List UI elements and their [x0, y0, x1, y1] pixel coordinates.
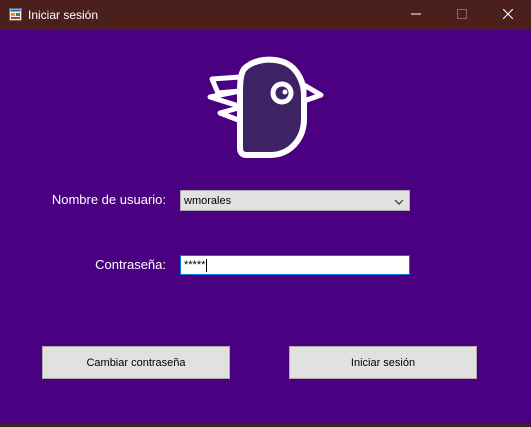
login-button[interactable]: Iniciar sesión	[289, 346, 477, 379]
text-caret	[206, 258, 208, 272]
app-icon	[9, 8, 22, 21]
password-field[interactable]: *****	[180, 255, 410, 275]
password-masked-value: *****	[184, 259, 206, 271]
minimize-button[interactable]	[393, 0, 439, 30]
title-bar[interactable]: Iniciar sesión	[0, 0, 531, 30]
username-dropdown[interactable]: wmorales	[180, 190, 410, 211]
close-icon	[502, 6, 514, 24]
password-label: Contraseña:	[95, 257, 166, 272]
username-label: Nombre de usuario:	[51, 192, 166, 207]
username-value: wmorales	[184, 195, 232, 207]
login-window: Iniciar sesión Nombre de usuario: wmoral…	[0, 0, 531, 427]
bird-logo-icon	[206, 55, 324, 161]
minimize-icon	[411, 6, 421, 24]
change-password-button[interactable]: Cambiar contraseña	[42, 346, 230, 379]
maximize-icon	[457, 6, 467, 24]
maximize-button[interactable]	[439, 0, 485, 30]
window-title: Iniciar sesión	[28, 8, 99, 22]
close-button[interactable]	[485, 0, 531, 30]
chevron-down-icon[interactable]	[393, 195, 405, 207]
